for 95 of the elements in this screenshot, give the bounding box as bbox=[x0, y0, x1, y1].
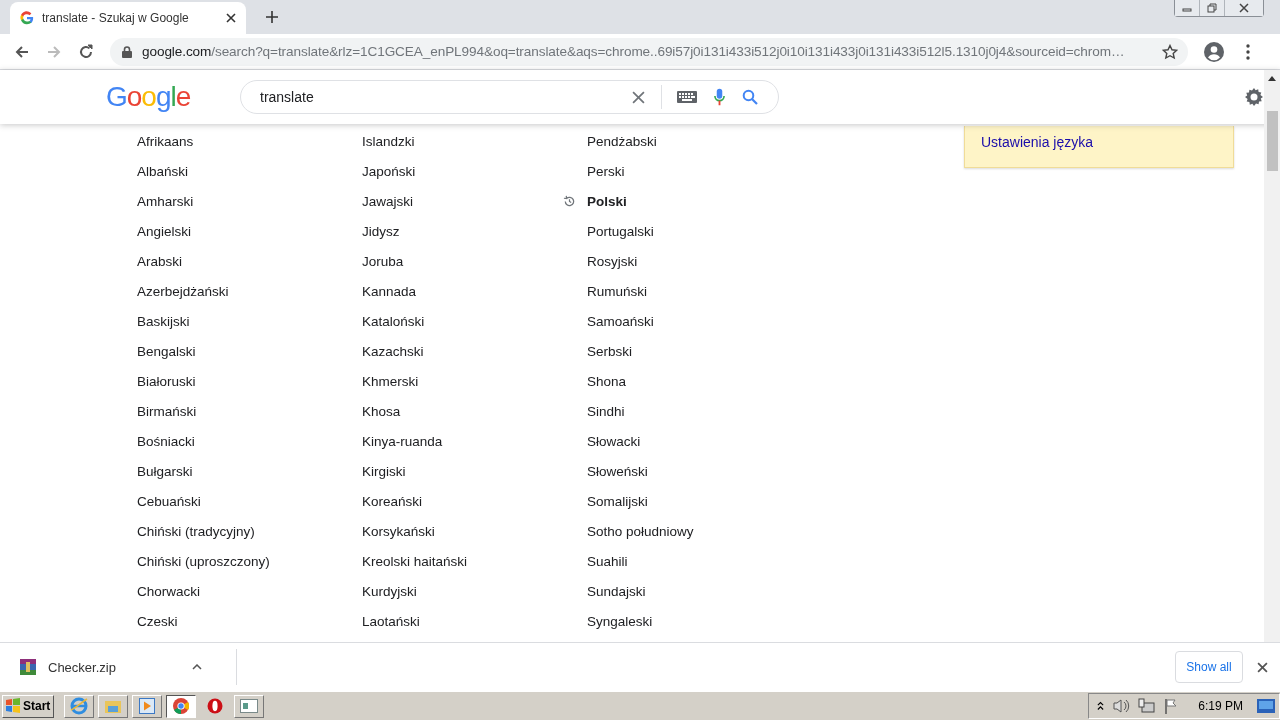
language-option[interactable]: Serbski bbox=[587, 343, 632, 359]
close-icon[interactable] bbox=[1239, 3, 1249, 13]
address-bar[interactable]: google.com/search?q=translate&rlz=1C1GCEA_enPL994&oq=translate&aqs=chrome..69i57j0i131i433i512j0i10i131i433j0i131i433i512l5.1310j0j4&sourceid=chrom… bbox=[110, 37, 1188, 66]
caret-icon[interactable] bbox=[192, 664, 202, 670]
folder-taskbar-icon[interactable] bbox=[98, 694, 128, 718]
language-option[interactable]: Syngaleski bbox=[587, 613, 653, 629]
language-option[interactable]: Afrikaans bbox=[137, 133, 194, 149]
scroll-up-icon[interactable] bbox=[1268, 76, 1276, 81]
language-option[interactable]: Arabski bbox=[137, 253, 182, 269]
close-icon[interactable] bbox=[1257, 661, 1268, 673]
language-option[interactable]: Chorwacki bbox=[137, 583, 201, 599]
language-option[interactable]: Somalijski bbox=[587, 493, 648, 509]
menu-icon[interactable] bbox=[1246, 43, 1250, 60]
language-option[interactable]: Islandzki bbox=[362, 133, 415, 149]
clear-icon[interactable] bbox=[632, 90, 645, 104]
settings-icon[interactable] bbox=[1244, 87, 1264, 107]
browser-taskbar-icon[interactable] bbox=[64, 694, 94, 718]
language-option[interactable]: Khosa bbox=[362, 403, 401, 419]
language-option[interactable]: Angielski bbox=[137, 223, 192, 239]
language-option[interactable]: Kazachski bbox=[362, 343, 424, 359]
language-option[interactable]: Cebuański bbox=[137, 493, 201, 509]
language-option[interactable]: Joruba bbox=[362, 253, 404, 269]
keyboard-icon[interactable] bbox=[677, 91, 697, 103]
language-option[interactable]: Jawajski bbox=[362, 193, 413, 209]
scrollbar[interactable] bbox=[1264, 70, 1280, 642]
close-icon[interactable] bbox=[226, 13, 236, 23]
network-icon[interactable] bbox=[1138, 698, 1157, 714]
microphone-icon[interactable] bbox=[714, 88, 725, 106]
language-option[interactable]: Pendżabski bbox=[587, 133, 657, 149]
language-option[interactable]: Sotho południowy bbox=[587, 523, 694, 539]
start-button[interactable]: Start bbox=[2, 694, 54, 718]
address-text: google.com/search?q=translate&rlz=1C1GCEA_enPL994&oq=translate&aqs=chrome..69i57j0i131i433i512j0i10i131i433j0i131i433i512l5.1310j0j4&sourceid=chrom… bbox=[142, 44, 1126, 59]
language-option[interactable]: Kirgiski bbox=[362, 463, 406, 479]
language-option[interactable]: Chiński (uproszczony) bbox=[137, 553, 270, 569]
google-icon bbox=[20, 11, 34, 25]
language-settings-link[interactable]: Ustawienia języka bbox=[981, 134, 1094, 150]
language-option[interactable]: Polski bbox=[587, 193, 627, 209]
language-option[interactable]: Koreański bbox=[362, 493, 423, 509]
language-option[interactable]: Bośniacki bbox=[137, 433, 195, 449]
language-option[interactable]: Rumuński bbox=[587, 283, 648, 299]
history-icon bbox=[563, 194, 576, 208]
language-option[interactable]: Chiński (tradycyjny) bbox=[137, 523, 255, 539]
language-option[interactable]: Kurdyjski bbox=[362, 583, 417, 599]
language-option[interactable]: Kinya-ruanda bbox=[362, 433, 443, 449]
search-field[interactable]: translate bbox=[260, 89, 615, 105]
show-hidden-icon[interactable] bbox=[1097, 701, 1105, 711]
download-item[interactable]: Checker.zip bbox=[0, 643, 216, 691]
google-logo[interactable]: Google bbox=[106, 81, 240, 113]
language-option[interactable]: Laotański bbox=[362, 613, 420, 629]
window-taskbar-icon[interactable] bbox=[234, 694, 264, 718]
language-option[interactable]: Sindhi bbox=[587, 403, 625, 419]
language-option[interactable]: Birmański bbox=[137, 403, 197, 419]
archive-icon bbox=[20, 659, 36, 675]
language-option[interactable]: Czeski bbox=[137, 613, 178, 629]
language-option[interactable]: Azerbejdżański bbox=[137, 283, 229, 299]
browser-tab[interactable]: translate - Szukaj w Google bbox=[10, 2, 246, 34]
language-option[interactable]: Korsykański bbox=[362, 523, 435, 539]
language-option[interactable]: Suahili bbox=[587, 553, 628, 569]
language-option[interactable]: Shona bbox=[587, 373, 627, 389]
language-option[interactable]: Kataloński bbox=[362, 313, 425, 329]
language-option[interactable]: Słoweński bbox=[587, 463, 648, 479]
language-option[interactable]: Khmerski bbox=[362, 373, 419, 389]
language-option[interactable]: Japoński bbox=[362, 163, 416, 179]
language-option[interactable]: Bengalski bbox=[137, 343, 196, 359]
language-option[interactable]: Perski bbox=[587, 163, 625, 179]
language-option[interactable]: Sundajski bbox=[587, 583, 646, 599]
language-option[interactable]: Kannada bbox=[362, 283, 417, 299]
new-tab-icon[interactable] bbox=[266, 11, 278, 23]
reload-icon[interactable] bbox=[78, 43, 94, 60]
media-player-taskbar-icon[interactable] bbox=[132, 694, 162, 718]
language-option[interactable]: Bułgarski bbox=[137, 463, 193, 479]
show-all-button[interactable]: Show all bbox=[1175, 651, 1243, 683]
language-option[interactable]: Samoański bbox=[587, 313, 654, 329]
restore-button[interactable] bbox=[1199, 0, 1224, 16]
language-option[interactable]: Jidysz bbox=[362, 223, 400, 239]
lock-icon bbox=[122, 45, 132, 58]
star-icon[interactable] bbox=[1162, 43, 1178, 60]
profile-icon[interactable] bbox=[1204, 41, 1224, 62]
language-option[interactable]: Rosyjski bbox=[587, 253, 638, 269]
language-option[interactable]: Portugalski bbox=[587, 223, 654, 239]
language-option[interactable]: Amharski bbox=[137, 193, 194, 209]
language-option[interactable]: Albański bbox=[137, 163, 189, 179]
chrome-taskbar-icon[interactable] bbox=[166, 694, 196, 718]
restore-icon[interactable] bbox=[1207, 3, 1217, 13]
language-option[interactable]: Białoruski bbox=[137, 373, 196, 389]
language-option[interactable]: Baskijski bbox=[137, 313, 190, 329]
windows-logo-icon bbox=[5, 698, 21, 714]
back-icon[interactable] bbox=[14, 43, 30, 60]
close-window-button[interactable] bbox=[1224, 0, 1263, 16]
scrollbar-thumb[interactable] bbox=[1266, 111, 1278, 171]
language-option[interactable]: Kreolski haitański bbox=[362, 553, 468, 569]
language-option[interactable]: Słowacki bbox=[587, 433, 641, 449]
clock-text[interactable]: 6:19 PM bbox=[1198, 699, 1243, 713]
speaker-icon[interactable] bbox=[1112, 698, 1131, 714]
search-icon[interactable] bbox=[742, 89, 758, 105]
